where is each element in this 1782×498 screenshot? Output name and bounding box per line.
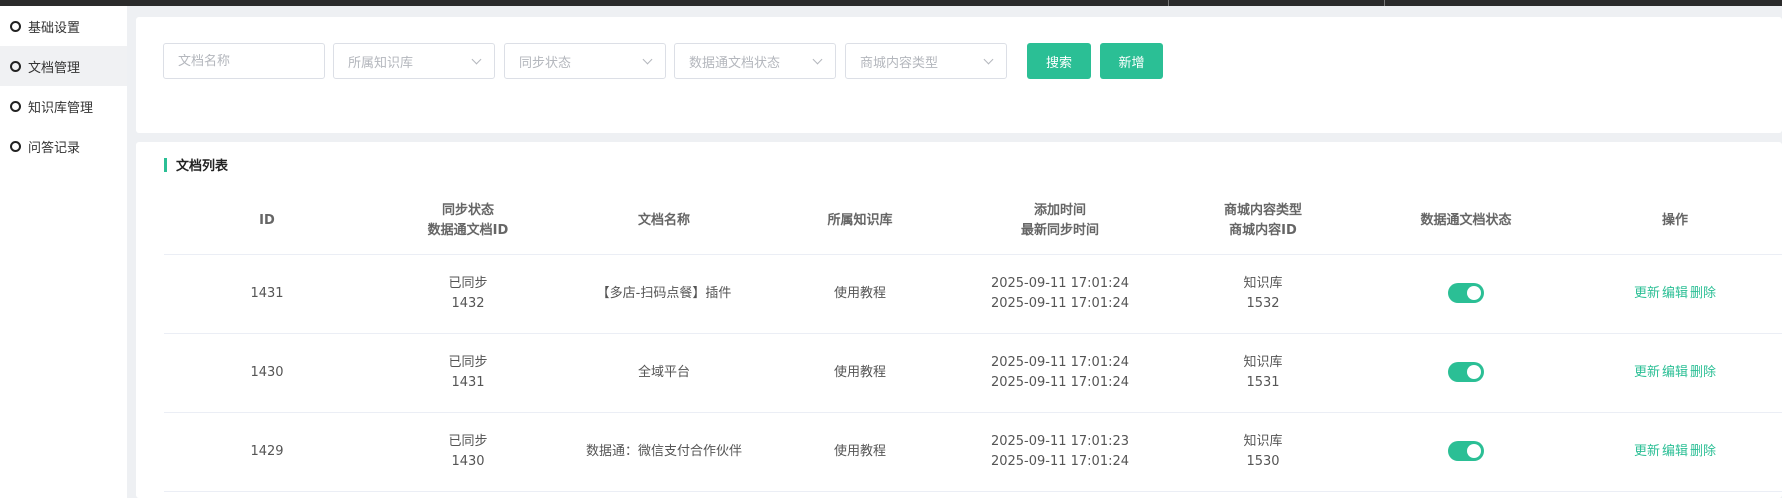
table-header-row: ID 同步状态 数据通文档ID 文档名称 所属知识库 添加时间 最新同步时间 商城内… <box>164 188 1782 255</box>
status-toggle[interactable] <box>1448 283 1484 304</box>
cell-kb: 使用教程 <box>762 412 958 492</box>
chevron-down-icon <box>471 54 482 64</box>
sidebar-item-knowledge-base-management[interactable]: 知识库管理 <box>0 86 127 126</box>
cell-sjt-status <box>1364 333 1568 413</box>
cell-id: 1431 <box>164 254 370 334</box>
update-link[interactable]: 更新 <box>1634 286 1660 301</box>
cell-time: 2025-09-11 17:01:23 2025-09-11 17:01:24 <box>958 412 1162 492</box>
cell-sync: 已同步 1432 <box>370 254 566 334</box>
cell-kb: 使用教程 <box>762 333 958 413</box>
cell-sync: 已同步 1430 <box>370 412 566 492</box>
column-header-actions: 操作 <box>1568 188 1782 255</box>
cell-mall: 知识库 1531 <box>1162 333 1364 413</box>
search-button[interactable]: 搜索 <box>1027 43 1091 79</box>
top-bar-divider <box>1384 0 1385 6</box>
column-header-time: 添加时间 最新同步时间 <box>958 188 1162 255</box>
top-bar <box>0 0 1782 6</box>
add-button[interactable]: 新增 <box>1100 43 1163 79</box>
sjt-status-select[interactable]: 数据通文档状态 <box>674 43 836 79</box>
sidebar-item-label: 基础设置 <box>28 20 81 36</box>
circle-icon <box>10 100 21 112</box>
mall-type-select[interactable]: 商城内容类型 <box>845 43 1007 79</box>
edit-link[interactable]: 编辑 <box>1662 365 1688 380</box>
toggle-knob <box>1467 444 1481 459</box>
sidebar: 基础设置 文档管理 知识库管理 问答记录 <box>0 6 127 498</box>
kb-select[interactable]: 所属知识库 <box>333 43 495 79</box>
top-bar-divider <box>1168 0 1169 6</box>
cell-doc-name: 数据通：微信支付合作伙伴 <box>566 412 762 492</box>
cell-actions: 更新 编辑 删除 <box>1568 254 1782 334</box>
cell-sjt-status <box>1364 412 1568 492</box>
table-row: 1430 已同步 1431 全域平台 使用教程 2025-09-11 17:01:… <box>164 333 1782 413</box>
delete-link[interactable]: 删除 <box>1690 365 1716 380</box>
delete-link[interactable]: 删除 <box>1690 444 1716 459</box>
kb-select-placeholder: 所属知识库 <box>348 55 414 71</box>
cell-sync: 已同步 1431 <box>370 333 566 413</box>
cell-sjt-status <box>1364 254 1568 334</box>
column-header-sjt-status: 数据通文档状态 <box>1364 188 1568 255</box>
table-row: 1431 已同步 1432 【多店-扫码点餐】插件 使用教程 2025-09-11… <box>164 254 1782 334</box>
delete-link[interactable]: 删除 <box>1690 286 1716 301</box>
circle-icon <box>10 140 21 152</box>
document-table: ID 同步状态 数据通文档ID 文档名称 所属知识库 添加时间 最新同步时间 商城内… <box>164 188 1782 492</box>
status-toggle[interactable] <box>1448 441 1484 462</box>
cell-time: 2025-09-11 17:01:24 2025-09-11 17:01:24 <box>958 333 1162 413</box>
doc-name-field[interactable] <box>163 43 325 79</box>
mall-type-select-placeholder: 商城内容类型 <box>860 55 939 71</box>
cell-mall: 知识库 1532 <box>1162 254 1364 334</box>
doc-name-input[interactable] <box>178 53 310 69</box>
edit-link[interactable]: 编辑 <box>1662 286 1688 301</box>
cell-mall: 知识库 1530 <box>1162 412 1364 492</box>
cell-doc-name: 全域平台 <box>566 333 762 413</box>
sidebar-item-basic-settings[interactable]: 基础设置 <box>0 6 127 46</box>
search-panel: 所属知识库 同步状态 数据通文档状态 商城内容类型 搜索 新增 <box>136 17 1782 133</box>
sync-status-select[interactable]: 同步状态 <box>504 43 666 79</box>
sidebar-item-qa-records[interactable]: 问答记录 <box>0 126 127 166</box>
edit-link[interactable]: 编辑 <box>1662 444 1688 459</box>
title-accent-bar <box>164 157 167 172</box>
cell-id: 1429 <box>164 412 370 492</box>
sidebar-item-label: 问答记录 <box>28 140 81 156</box>
table-row: 1429 已同步 1430 数据通：微信支付合作伙伴 使用教程 2025-09-1… <box>164 412 1782 492</box>
column-header-kb: 所属知识库 <box>762 188 958 255</box>
chevron-down-icon <box>642 54 653 64</box>
sjt-status-select-placeholder: 数据通文档状态 <box>689 55 781 71</box>
sync-status-select-placeholder: 同步状态 <box>519 55 572 71</box>
cell-time: 2025-09-11 17:01:24 2025-09-11 17:01:24 <box>958 254 1162 334</box>
sidebar-item-label: 知识库管理 <box>28 100 94 116</box>
document-list-panel: 文档列表 ID 同步状态 数据通文档ID 文档名称 所属知识库 添加时间 最新同步时… <box>136 142 1782 498</box>
cell-kb: 使用教程 <box>762 254 958 334</box>
update-link[interactable]: 更新 <box>1634 365 1660 380</box>
list-title-text: 文档列表 <box>176 159 229 174</box>
column-header-mall-type: 商城内容类型 商城内容ID <box>1162 188 1364 255</box>
toggle-knob <box>1467 286 1481 301</box>
cell-doc-name: 【多店-扫码点餐】插件 <box>566 254 762 334</box>
cell-actions: 更新 编辑 删除 <box>1568 333 1782 413</box>
chevron-down-icon <box>812 54 823 64</box>
circle-icon <box>10 60 21 72</box>
list-title: 文档列表 <box>164 155 228 174</box>
circle-icon <box>10 20 21 32</box>
toggle-knob <box>1467 365 1481 380</box>
chevron-down-icon <box>983 54 994 64</box>
cell-actions: 更新 编辑 删除 <box>1568 412 1782 492</box>
status-toggle[interactable] <box>1448 362 1484 383</box>
cell-id: 1430 <box>164 333 370 413</box>
update-link[interactable]: 更新 <box>1634 444 1660 459</box>
sidebar-item-label: 文档管理 <box>28 60 81 76</box>
column-header-doc-name: 文档名称 <box>566 188 762 255</box>
sidebar-item-document-management[interactable]: 文档管理 <box>0 46 127 86</box>
column-header-id: ID <box>164 188 370 255</box>
column-header-sync-status: 同步状态 数据通文档ID <box>370 188 566 255</box>
